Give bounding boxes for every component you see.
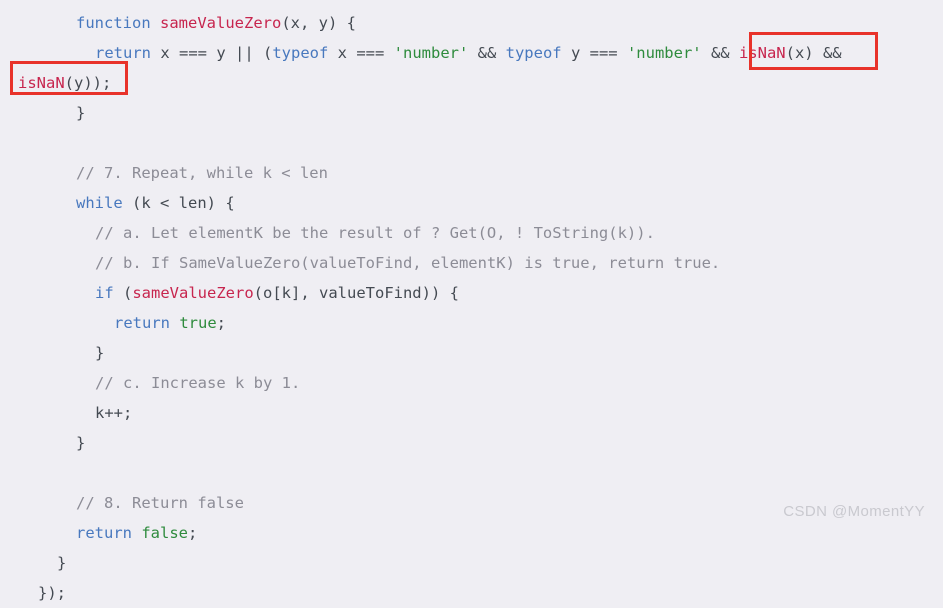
code-token: sameValueZero (160, 14, 282, 32)
code-token: (x, y) { (281, 14, 356, 32)
code-token: function (76, 14, 151, 32)
code-line: while (k < len) { (0, 188, 943, 218)
code-viewer: function sameValueZero(x, y) {return x =… (0, 0, 943, 602)
code-line: } (0, 548, 943, 578)
code-token: (x) && (785, 44, 842, 62)
code-token: // a. Let elementK be the result of ? Ge… (95, 224, 655, 242)
code-token: ( (113, 284, 133, 302)
code-token: 'number' (393, 44, 469, 62)
code-token: } (76, 104, 86, 122)
code-token: ; (216, 314, 227, 332)
code-line: } (0, 98, 943, 128)
code-token: }); (38, 584, 66, 602)
code-token: 'number' (626, 44, 702, 62)
code-token: if (95, 284, 114, 302)
code-line: if (sameValueZero(o[k], valueToFind)) { (0, 278, 943, 308)
code-line: return false; (0, 518, 943, 548)
code-token: // 8. Return false (76, 494, 244, 512)
code-token: ; (188, 524, 198, 542)
code-token: while (76, 194, 123, 212)
code-token: isNaN (18, 74, 65, 92)
code-line: // c. Increase k by 1. (0, 368, 943, 398)
code-token: (o[k], valueToFind)) { (253, 284, 459, 302)
code-token: false (141, 524, 189, 542)
code-line: }); (0, 578, 943, 608)
code-token: return (114, 314, 170, 332)
code-token: y === (561, 44, 627, 62)
code-token: x === y || ( (151, 44, 273, 62)
code-token: } (95, 344, 105, 362)
code-token: // c. Increase k by 1. (95, 374, 301, 392)
code-token: true (179, 314, 217, 332)
code-token: k++; (95, 404, 133, 422)
code-token: (y)); (64, 74, 112, 92)
code-token: return (76, 524, 132, 542)
code-line: // a. Let elementK be the result of ? Ge… (0, 218, 943, 248)
code-line: // 7. Repeat, while k < len (0, 158, 943, 188)
code-token: && (701, 44, 739, 62)
code-token: isNaN (738, 44, 786, 62)
code-line: } (0, 428, 943, 458)
code-token: (k < len) { (122, 194, 235, 212)
code-line: isNaN(y)); (0, 68, 943, 98)
code-token: // 7. Repeat, while k < len (76, 164, 328, 182)
watermark: CSDN @MomentYY (783, 503, 925, 520)
code-token: typeof (505, 44, 562, 62)
code-line: return true; (0, 308, 943, 338)
code-line: } (0, 338, 943, 368)
code-line: // b. If SameValueZero(valueToFind, elem… (0, 248, 943, 278)
code-token: typeof (272, 44, 329, 62)
code-line: k++; (0, 398, 943, 428)
code-line: return x === y || (typeof x === 'number'… (0, 38, 943, 68)
code-token: && (468, 44, 506, 62)
code-token: } (57, 554, 67, 572)
code-line: function sameValueZero(x, y) { (0, 8, 943, 38)
code-token: x === (328, 44, 394, 62)
code-token: } (76, 434, 86, 452)
code-token: sameValueZero (132, 284, 254, 302)
code-token: return (95, 44, 151, 62)
code-token: // b. If SameValueZero(valueToFind, elem… (95, 254, 721, 272)
